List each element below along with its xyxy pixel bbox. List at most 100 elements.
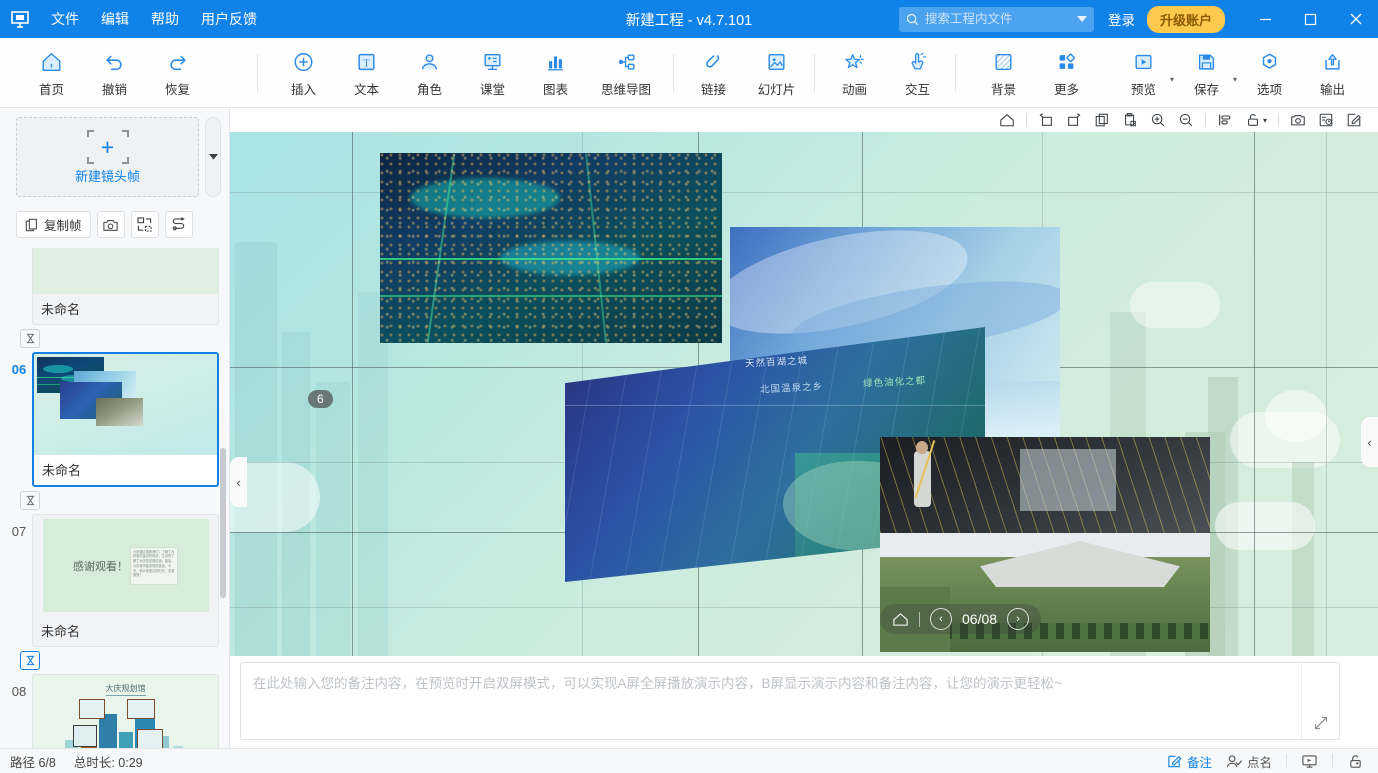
menu-help[interactable]: 帮助 bbox=[140, 0, 190, 38]
ribbon-chart[interactable]: 图表 bbox=[524, 42, 587, 104]
rotate-right-button[interactable] bbox=[1060, 109, 1088, 131]
close-button[interactable] bbox=[1333, 0, 1378, 38]
ribbon-label: 课堂 bbox=[479, 82, 505, 97]
fit-home-button[interactable] bbox=[993, 109, 1021, 131]
ribbon-label: 思维导图 bbox=[600, 82, 651, 97]
rollcall-button[interactable]: 点名 bbox=[1226, 752, 1272, 771]
ribbon-mindmap[interactable]: 思维导图 bbox=[587, 42, 665, 104]
dual-screen-button[interactable] bbox=[1301, 754, 1318, 769]
next-frame-button[interactable]: › bbox=[1007, 608, 1030, 630]
notes-expand-button[interactable] bbox=[1301, 663, 1339, 739]
search-box[interactable] bbox=[898, 6, 1094, 32]
chevron-down-icon[interactable] bbox=[1076, 15, 1087, 23]
rotate-left-button[interactable] bbox=[1032, 109, 1060, 131]
home-icon[interactable] bbox=[892, 611, 909, 628]
frame-card[interactable]: 未命名 bbox=[32, 352, 219, 487]
frame-transition-marker[interactable] bbox=[20, 329, 40, 348]
media-night-city[interactable] bbox=[380, 153, 722, 343]
frame-index: 07 bbox=[11, 524, 27, 539]
ribbon-options[interactable]: 选项 bbox=[1238, 42, 1301, 104]
bar-chart-icon bbox=[544, 48, 567, 76]
fit-frame-button[interactable] bbox=[130, 211, 159, 238]
lock-toggle-button[interactable]: ▾ bbox=[1239, 109, 1273, 131]
frame-item-08[interactable]: 08 大庆规划馆 bbox=[0, 674, 229, 748]
ribbon-insert[interactable]: 插入 bbox=[272, 42, 335, 104]
upgrade-account-button[interactable]: 升级账户 bbox=[1146, 5, 1225, 33]
frame-transition-marker[interactable] bbox=[20, 651, 40, 670]
screenshot-button[interactable] bbox=[1284, 109, 1312, 131]
timeline-button[interactable] bbox=[1312, 109, 1340, 131]
frame-card[interactable]: 大庆规划馆 bbox=[32, 674, 219, 748]
ribbon-label: 幻灯片 bbox=[757, 82, 796, 97]
chevron-down-icon[interactable]: ▾ bbox=[1170, 75, 1174, 84]
notes-toggle-label: 备注 bbox=[1186, 755, 1212, 770]
ribbon-export[interactable]: 输出 bbox=[1301, 42, 1364, 104]
ribbon-link[interactable]: 链接 bbox=[682, 42, 745, 104]
frames-scrollbar[interactable] bbox=[220, 448, 226, 598]
ribbon-animation[interactable]: 动画 bbox=[823, 42, 886, 104]
ribbon-save[interactable]: 保存 ▾ bbox=[1175, 42, 1238, 104]
frame-item[interactable]: 未命名 bbox=[0, 248, 229, 325]
status-bar: 路径 6/8 总时长: 0:29 备注 点名 bbox=[0, 748, 1378, 773]
ribbon-background[interactable]: 背景 bbox=[972, 42, 1035, 104]
playback-controls[interactable]: ‹ 06/08 › bbox=[880, 604, 1042, 634]
lock-button[interactable] bbox=[1347, 754, 1364, 769]
frame-card[interactable]: 感谢观看！ 大家通过观看我们，了解了大庆城市建设的现状，生动的了解了大庆的发展前… bbox=[32, 514, 219, 647]
maximize-button[interactable] bbox=[1288, 0, 1333, 38]
ribbon-slide[interactable]: 幻灯片 bbox=[745, 42, 808, 104]
frame-list[interactable]: 未命名 06 未命名 07 感谢观看！ 大家通过观看我们，了解了大庆城市建设的现… bbox=[0, 248, 229, 748]
rollcall-label: 点名 bbox=[1246, 755, 1272, 770]
notes-input[interactable] bbox=[241, 663, 1301, 739]
left-collapse-handle[interactable]: ‹ bbox=[230, 457, 247, 507]
notes-toggle-button[interactable]: 备注 bbox=[1167, 752, 1212, 771]
ribbon-classroom[interactable]: 课堂 bbox=[461, 42, 524, 104]
ribbon-home[interactable]: 首页 bbox=[20, 42, 83, 104]
copy-frame-button[interactable]: 复制帧 bbox=[16, 211, 91, 238]
ribbon-divider bbox=[673, 53, 674, 92]
camera-icon bbox=[103, 218, 118, 232]
ribbon-more[interactable]: 更多 bbox=[1035, 42, 1098, 104]
menu-feedback[interactable]: 用户反馈 bbox=[190, 0, 268, 38]
notes-box[interactable] bbox=[240, 662, 1340, 740]
copy-button[interactable] bbox=[1088, 109, 1116, 131]
login-link[interactable]: 登录 bbox=[1108, 9, 1135, 29]
ribbon-divider bbox=[955, 53, 956, 92]
home-icon bbox=[40, 48, 63, 76]
path-order-button[interactable] bbox=[164, 211, 193, 238]
search-input[interactable] bbox=[924, 12, 1065, 26]
menu-edit[interactable]: 编辑 bbox=[90, 0, 140, 38]
chevron-down-icon: ▾ bbox=[1262, 115, 1267, 125]
frame-item-07[interactable]: 07 感谢观看！ 大家通过观看我们，了解了大庆城市建设的现状，生动的了解了大庆的… bbox=[0, 514, 229, 647]
zoom-out-button[interactable] bbox=[1172, 109, 1200, 131]
slide-canvas[interactable]: 天然百湖之城 绿色油化之都 北国温泉之乡 6 ‹ 06/08 › ‹ ‹ bbox=[230, 132, 1378, 656]
ribbon-role[interactable]: 角色 bbox=[398, 42, 461, 104]
app-logo-icon bbox=[0, 9, 40, 29]
frame-item-06[interactable]: 06 未命名 bbox=[0, 352, 229, 487]
align-button[interactable] bbox=[1211, 109, 1239, 131]
menu-file[interactable]: 文件 bbox=[40, 0, 90, 38]
zoom-in-button[interactable] bbox=[1144, 109, 1172, 131]
frame-card[interactable]: 未命名 bbox=[32, 248, 219, 325]
ribbon-label: 背景 bbox=[990, 82, 1016, 97]
chevron-down-icon[interactable]: ▾ bbox=[1233, 75, 1237, 84]
minimize-button[interactable] bbox=[1243, 0, 1288, 38]
frames-expand-button[interactable] bbox=[205, 117, 221, 197]
frame-name: 未命名 bbox=[42, 463, 82, 478]
paste-button[interactable] bbox=[1116, 109, 1144, 131]
frame-transition-marker[interactable] bbox=[20, 491, 40, 510]
ribbon-preview[interactable]: 预览 ▾ bbox=[1112, 42, 1175, 104]
canvas-host[interactable]: 天然百湖之城 绿色油化之都 北国温泉之乡 6 ‹ 06/08 › ‹ ‹ bbox=[230, 132, 1378, 656]
playback-divider bbox=[919, 611, 920, 627]
frame-thumbnail bbox=[34, 354, 217, 455]
prev-frame-button[interactable]: ‹ bbox=[930, 608, 952, 630]
new-frame-button[interactable]: + 新建镜头帧 bbox=[16, 117, 199, 197]
ribbon-redo[interactable]: 恢复 bbox=[146, 42, 209, 104]
ribbon-undo[interactable]: 撤销 bbox=[83, 42, 146, 104]
edit-button[interactable] bbox=[1340, 109, 1368, 131]
frame-thumbnail: 大庆规划馆 bbox=[33, 675, 218, 748]
ribbon-label: 动画 bbox=[841, 82, 867, 97]
right-collapse-handle[interactable]: ‹ bbox=[1361, 417, 1378, 467]
ribbon-interact[interactable]: 交互 bbox=[886, 42, 949, 104]
ribbon-text[interactable]: T 文本 bbox=[335, 42, 398, 104]
capture-button[interactable] bbox=[96, 211, 125, 238]
